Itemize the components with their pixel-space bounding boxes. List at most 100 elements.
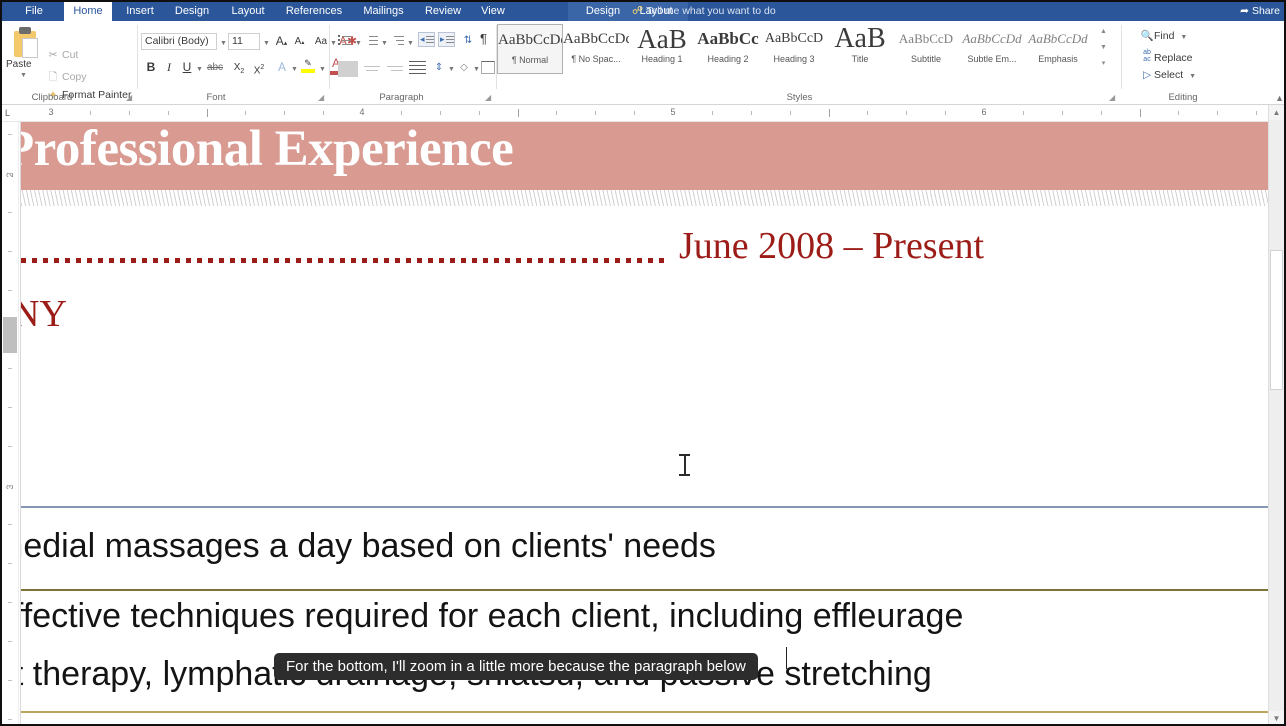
share-button[interactable]: ➦ Share <box>1240 2 1280 21</box>
tab-references-5[interactable]: References <box>279 2 349 21</box>
tab-layout-4[interactable]: Layout <box>224 2 272 21</box>
paste-label[interactable]: Paste <box>6 59 32 70</box>
select-dropdown-arrow[interactable]: ▼ <box>1189 73 1196 80</box>
change-case-button[interactable]: Aa <box>311 33 331 50</box>
shrink-font-button[interactable]: A▴ <box>291 33 308 52</box>
sort-icon[interactable]: ⇅ <box>460 32 476 49</box>
paste-icon[interactable] <box>12 26 38 58</box>
style-4[interactable]: AaBbCcD Heading 3 <box>761 24 827 74</box>
text-effects-icon[interactable]: A <box>274 59 290 76</box>
scroll-up-arrow[interactable]: ▲ <box>1269 105 1284 120</box>
italic-button[interactable]: I <box>161 59 177 76</box>
vertical-ruler[interactable]: 23 <box>2 122 19 724</box>
numbering-icon[interactable] <box>364 33 379 48</box>
tell-me-search[interactable]: ☍ Tell me what you want to do <box>632 2 776 21</box>
styles-gallery-arrows[interactable]: ▲ ▼ ▾ <box>1098 25 1109 73</box>
tab-stop-selector[interactable]: L <box>5 108 10 118</box>
justify-icon[interactable] <box>409 59 427 77</box>
horizontal-ruler[interactable]: L 3 4 5 6 <box>2 105 1284 122</box>
vruler-tick <box>8 641 12 642</box>
text-effects-dropdown-arrow[interactable]: ▼ <box>291 66 298 73</box>
style-2[interactable]: AaB Heading 1 <box>629 24 695 74</box>
align-right-icon[interactable] <box>386 61 404 76</box>
align-left-icon[interactable] <box>338 61 358 77</box>
ruler-tick <box>1140 109 1141 117</box>
ruler-tick <box>129 111 130 115</box>
copy-button[interactable]: 🗋 Copy <box>46 69 87 87</box>
decrease-indent-icon[interactable]: ◂ <box>418 32 435 47</box>
align-center-icon[interactable] <box>363 61 381 76</box>
paste-dropdown-arrow[interactable]: ▼ <box>20 72 27 79</box>
tab-insert-2[interactable]: Insert <box>119 2 161 21</box>
find-dropdown-arrow[interactable]: ▼ <box>1180 34 1187 41</box>
tab-mailings-6[interactable]: Mailings <box>356 2 411 21</box>
style-1[interactable]: AaBbCcDd ¶ No Spac... <box>563 24 629 74</box>
shading-icon[interactable]: ◇ <box>456 59 472 76</box>
style-name-8: Emphasis <box>1038 54 1078 64</box>
tab-home-1[interactable]: Home <box>64 2 112 21</box>
bullets-dropdown-arrow[interactable]: ▼ <box>355 40 362 47</box>
tab-design-9[interactable]: Design <box>580 2 626 21</box>
ruler-tick <box>556 111 557 115</box>
ruler-tick <box>401 111 402 115</box>
vertical-ruler-marker[interactable] <box>3 317 17 353</box>
font-name-input[interactable]: Calibri (Body) <box>141 33 217 50</box>
subscript-button[interactable]: X2 <box>230 59 248 80</box>
tab-design-3[interactable]: Design <box>168 2 216 21</box>
styles-scroll-down-icon[interactable]: ▼ <box>1098 41 1109 55</box>
tab-file-0[interactable]: File <box>12 2 56 21</box>
collapse-ribbon-icon[interactable]: ▲ <box>1275 93 1284 103</box>
replace-ab-icon: ab ac <box>1143 49 1151 63</box>
multilevel-list-icon[interactable] <box>390 33 405 48</box>
bold-button[interactable]: B <box>143 59 159 76</box>
highlight-dropdown-arrow[interactable]: ▼ <box>319 66 326 73</box>
show-formatting-marks-icon[interactable]: ¶ <box>480 31 487 46</box>
font-size-dropdown-arrow[interactable]: ▼ <box>263 40 270 47</box>
style-preview-0: AaBbCcDd <box>498 32 562 48</box>
borders-icon[interactable] <box>481 61 495 74</box>
select-label: Select <box>1154 69 1184 81</box>
tab-review-7[interactable]: Review <box>419 2 467 21</box>
paragraph-rule-0 <box>21 506 1269 508</box>
vruler-tick <box>8 680 12 681</box>
styles-scroll-up-icon[interactable]: ▲ <box>1098 25 1109 39</box>
numbering-dropdown-arrow[interactable]: ▼ <box>381 40 388 47</box>
font-name-dropdown-arrow[interactable]: ▼ <box>220 40 227 47</box>
body-line-0: medial massages a day based on clients' … <box>20 527 716 565</box>
style-7[interactable]: AaBbCcDd Subtle Em... <box>959 24 1025 74</box>
vertical-scrollbar-thumb[interactable] <box>1270 250 1283 390</box>
style-name-1: ¶ No Spac... <box>571 54 621 64</box>
style-3[interactable]: AaBbCc Heading 2 <box>695 24 761 74</box>
bullets-icon[interactable] <box>338 33 353 48</box>
vruler-tick <box>8 407 12 408</box>
font-size-input[interactable]: 11 <box>228 33 260 50</box>
style-6[interactable]: AaBbCcD Subtitle <box>893 24 959 74</box>
increase-indent-icon[interactable]: ▸ <box>438 32 455 47</box>
style-name-6: Subtitle <box>910 54 942 64</box>
vertical-scrollbar[interactable]: ▲ ▼ <box>1268 105 1284 724</box>
superscript-button[interactable]: X2 <box>250 59 268 79</box>
cut-button[interactable]: ✂ Cut <box>46 49 79 61</box>
group-label-styles: Styles <box>786 92 813 103</box>
multilevel-list-dropdown-arrow[interactable]: ▼ <box>407 40 414 47</box>
find-button[interactable]: 🔍Find ▼ <box>1140 29 1187 42</box>
underline-button[interactable]: U <box>179 59 195 76</box>
style-preview-4: AaBbCcD <box>764 31 824 46</box>
document-page[interactable]: Professional Experience June 2008 – Pres… <box>20 122 1269 724</box>
scroll-down-arrow[interactable]: ▼ <box>1269 711 1284 724</box>
line-spacing-dropdown-arrow[interactable]: ▼ <box>448 66 455 73</box>
underline-dropdown-arrow[interactable]: ▼ <box>196 66 203 73</box>
line-spacing-icon[interactable]: ⇕ <box>432 59 446 76</box>
grow-font-button[interactable]: A▴ <box>273 33 290 52</box>
highlight-color-icon[interactable]: ✎ <box>299 55 317 73</box>
ruler-tick <box>323 111 324 115</box>
select-button[interactable]: ▷ Select ▼ <box>1140 69 1196 81</box>
shading-dropdown-arrow[interactable]: ▼ <box>473 66 480 73</box>
strikethrough-button[interactable]: abc <box>204 59 226 76</box>
tab-view-8[interactable]: View <box>474 2 512 21</box>
style-5[interactable]: AaB Title <box>827 24 893 74</box>
replace-button[interactable]: ab ac Replace <box>1140 49 1192 64</box>
style-0[interactable]: AaBbCcDd ¶ Normal <box>497 24 563 74</box>
style-8[interactable]: AaBbCcDd Emphasis <box>1025 24 1091 74</box>
styles-more-icon[interactable]: ▾ <box>1098 57 1109 71</box>
